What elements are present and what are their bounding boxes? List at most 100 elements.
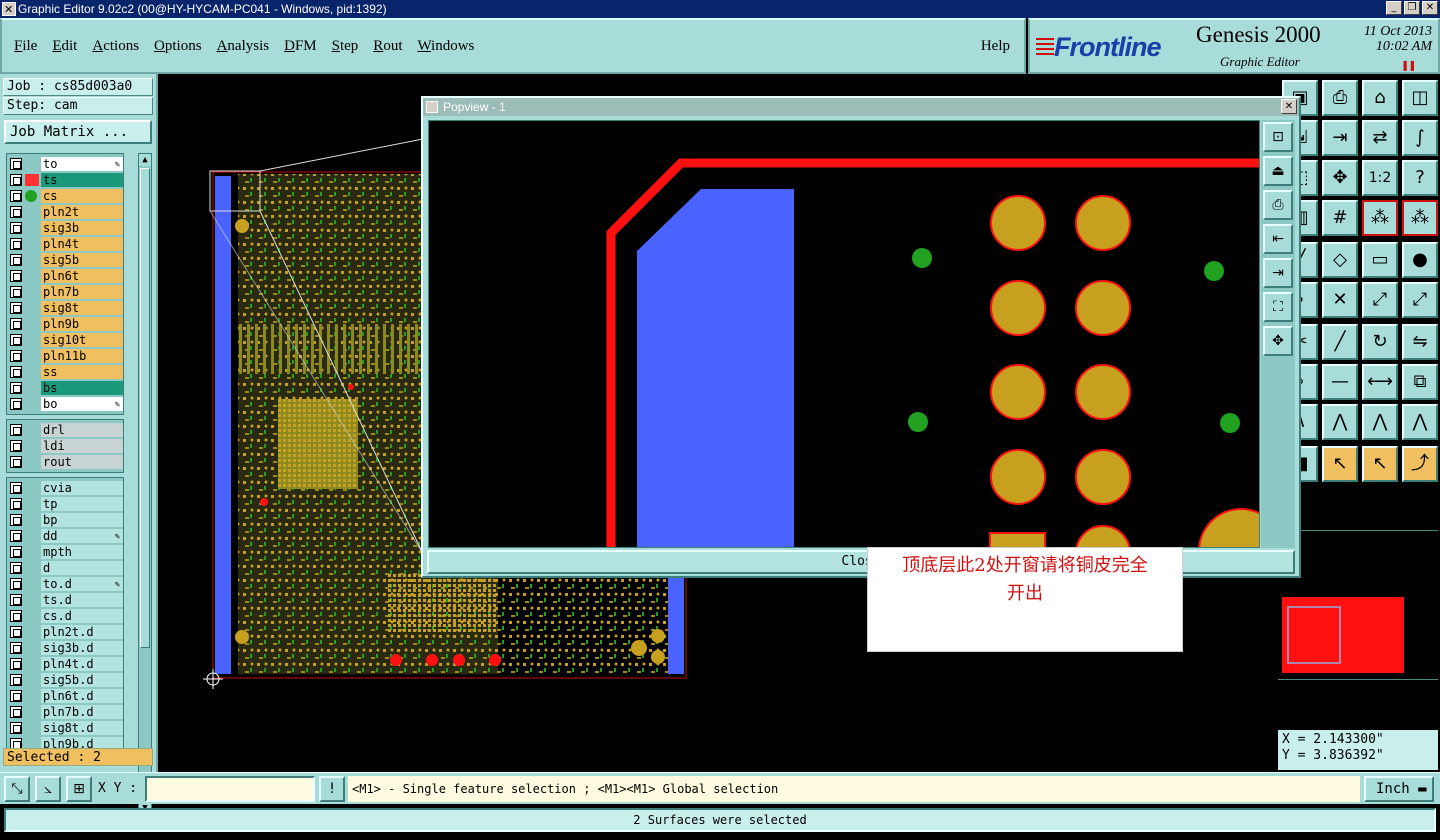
layer-row[interactable]: pln4t: [7, 236, 123, 252]
layer-checkbox[interactable]: [10, 546, 22, 558]
overview-map[interactable]: [1278, 530, 1438, 680]
menu-step[interactable]: Step: [332, 38, 359, 55]
diagonal-icon[interactable]: ╱: [1322, 324, 1358, 360]
layer-row[interactable]: sig3b.d: [7, 640, 123, 656]
close-window-button[interactable]: ✕: [1422, 1, 1438, 15]
connect2-icon[interactable]: ⤢: [1402, 282, 1438, 318]
layer-checkbox[interactable]: [10, 530, 22, 542]
layer-checkbox[interactable]: [10, 190, 22, 202]
pause-icon[interactable]: ❚❚: [1402, 58, 1416, 72]
layer-row[interactable]: sig5b.d: [7, 672, 123, 688]
layer-checkbox[interactable]: [10, 158, 22, 170]
layer-name[interactable]: sig3b.d: [41, 641, 123, 655]
layer-name[interactable]: ss: [41, 365, 123, 379]
layer-checkbox[interactable]: [10, 626, 22, 638]
layer-row[interactable]: ts: [7, 172, 123, 188]
layer-name[interactable]: pln4t: [41, 237, 123, 251]
layer-checkbox[interactable]: [10, 440, 22, 452]
layer-name[interactable]: mpth: [41, 545, 123, 559]
pad-icon[interactable]: ●: [1402, 242, 1438, 278]
layer-checkbox[interactable]: [10, 302, 22, 314]
arc3-icon[interactable]: ⋀: [1402, 404, 1438, 440]
popview-center-icon[interactable]: ✥: [1263, 326, 1293, 356]
stretch-icon[interactable]: ⟷: [1362, 364, 1398, 400]
layer-row[interactable]: d: [7, 560, 123, 576]
connect-icon[interactable]: ⤢: [1362, 282, 1398, 318]
layer-row[interactable]: sig5b: [7, 252, 123, 268]
shapes-icon[interactable]: ⧉: [1402, 364, 1438, 400]
layer-checkbox[interactable]: [10, 366, 22, 378]
zoom-1to2-icon[interactable]: 1:2: [1362, 160, 1398, 196]
layer-name[interactable]: cs: [41, 189, 123, 203]
layer-row[interactable]: cvia: [7, 480, 123, 496]
minimize-button[interactable]: _: [1386, 1, 1402, 15]
layer-row[interactable]: to.d ✎: [7, 576, 123, 592]
layer-name[interactable]: ts.d: [41, 593, 123, 607]
popview-canvas[interactable]: [428, 120, 1260, 548]
layer-checkbox[interactable]: [10, 206, 22, 218]
xy-input[interactable]: [145, 776, 315, 802]
layer-row[interactable]: pln7b.d: [7, 704, 123, 720]
layer-row[interactable]: pln7b: [7, 284, 123, 300]
layer-name[interactable]: pln11b: [41, 349, 123, 363]
menu-analysis[interactable]: Analysis: [217, 38, 270, 55]
select2-icon[interactable]: ↖: [1362, 446, 1398, 482]
layer-row[interactable]: bo ✎: [7, 396, 123, 412]
layer-name[interactable]: tp: [41, 497, 123, 511]
layer-checkbox[interactable]: [10, 382, 22, 394]
cross-icon[interactable]: ✕: [1322, 282, 1358, 318]
layer-name[interactable]: sig3b: [41, 221, 123, 235]
layer-checkbox[interactable]: [10, 482, 22, 494]
tool-snap-icon[interactable]: ∫: [1402, 120, 1438, 156]
layer-row[interactable]: pln6t: [7, 268, 123, 284]
snap-icon[interactable]: ⤡: [4, 776, 30, 802]
layer-row[interactable]: dd ✎: [7, 528, 123, 544]
layer-row[interactable]: ldi: [7, 438, 123, 454]
ruler-icon[interactable]: ▭: [1362, 242, 1398, 278]
tool-import-icon[interactable]: ⇥: [1322, 120, 1358, 156]
layer-row[interactable]: sig8t.d: [7, 720, 123, 736]
layer-row[interactable]: to ✎: [7, 156, 123, 172]
layer-name[interactable]: sig5b.d: [41, 673, 123, 687]
mirror-icon[interactable]: ⇋: [1402, 324, 1438, 360]
scroll-thumb[interactable]: [140, 168, 150, 648]
layer-row[interactable]: drl: [7, 422, 123, 438]
layer-checkbox[interactable]: [10, 222, 22, 234]
layer-name[interactable]: cs.d: [41, 609, 123, 623]
layer-checkbox[interactable]: [10, 658, 22, 670]
layer-row[interactable]: tp: [7, 496, 123, 512]
layer-row[interactable]: bp: [7, 512, 123, 528]
layer-checkbox[interactable]: [10, 286, 22, 298]
layer-checkbox[interactable]: [10, 334, 22, 346]
tool-display-icon[interactable]: ⎙: [1322, 80, 1358, 116]
popview-left-icon[interactable]: ⇤: [1263, 224, 1293, 254]
layer-row[interactable]: bs: [7, 380, 123, 396]
menu-actions[interactable]: Actions: [92, 38, 139, 55]
layer-checkbox[interactable]: [10, 318, 22, 330]
layer-name[interactable]: sig8t: [41, 301, 123, 315]
layer-name[interactable]: cvia: [41, 481, 123, 495]
layer-row[interactable]: ss: [7, 364, 123, 380]
menu-help[interactable]: Help: [981, 38, 1010, 55]
layer-row[interactable]: pln9b: [7, 316, 123, 332]
layer-row[interactable]: cs.d: [7, 608, 123, 624]
layer-name[interactable]: ts: [41, 173, 123, 187]
grid-snap-icon[interactable]: ⊞: [66, 776, 92, 802]
grid-icon[interactable]: #: [1322, 200, 1358, 236]
menu-file[interactable]: File: [14, 38, 37, 55]
layer-row[interactable]: pln11b: [7, 348, 123, 364]
layer-name[interactable]: pln9b: [41, 317, 123, 331]
route-icon[interactable]: ⤴: [1402, 446, 1438, 482]
layer-checkbox[interactable]: [10, 562, 22, 574]
layer-row[interactable]: ts.d: [7, 592, 123, 608]
layer-checkbox[interactable]: [10, 424, 22, 436]
layer-checkbox[interactable]: [10, 610, 22, 622]
layer-name[interactable]: to.d ✎: [41, 577, 123, 591]
menu-windows[interactable]: Windows: [417, 38, 474, 55]
menu-edit[interactable]: Edit: [52, 38, 77, 55]
layer-row[interactable]: sig10t: [7, 332, 123, 348]
menu-dfm[interactable]: DFM: [284, 38, 317, 55]
popview-window[interactable]: Popview - 1 ✕ ⊡ ⏏ ⎙ ⇤ ⇥ ⛶ ✥ Close: [421, 96, 1301, 578]
layer-name[interactable]: sig10t: [41, 333, 123, 347]
layer-checkbox[interactable]: [10, 254, 22, 266]
